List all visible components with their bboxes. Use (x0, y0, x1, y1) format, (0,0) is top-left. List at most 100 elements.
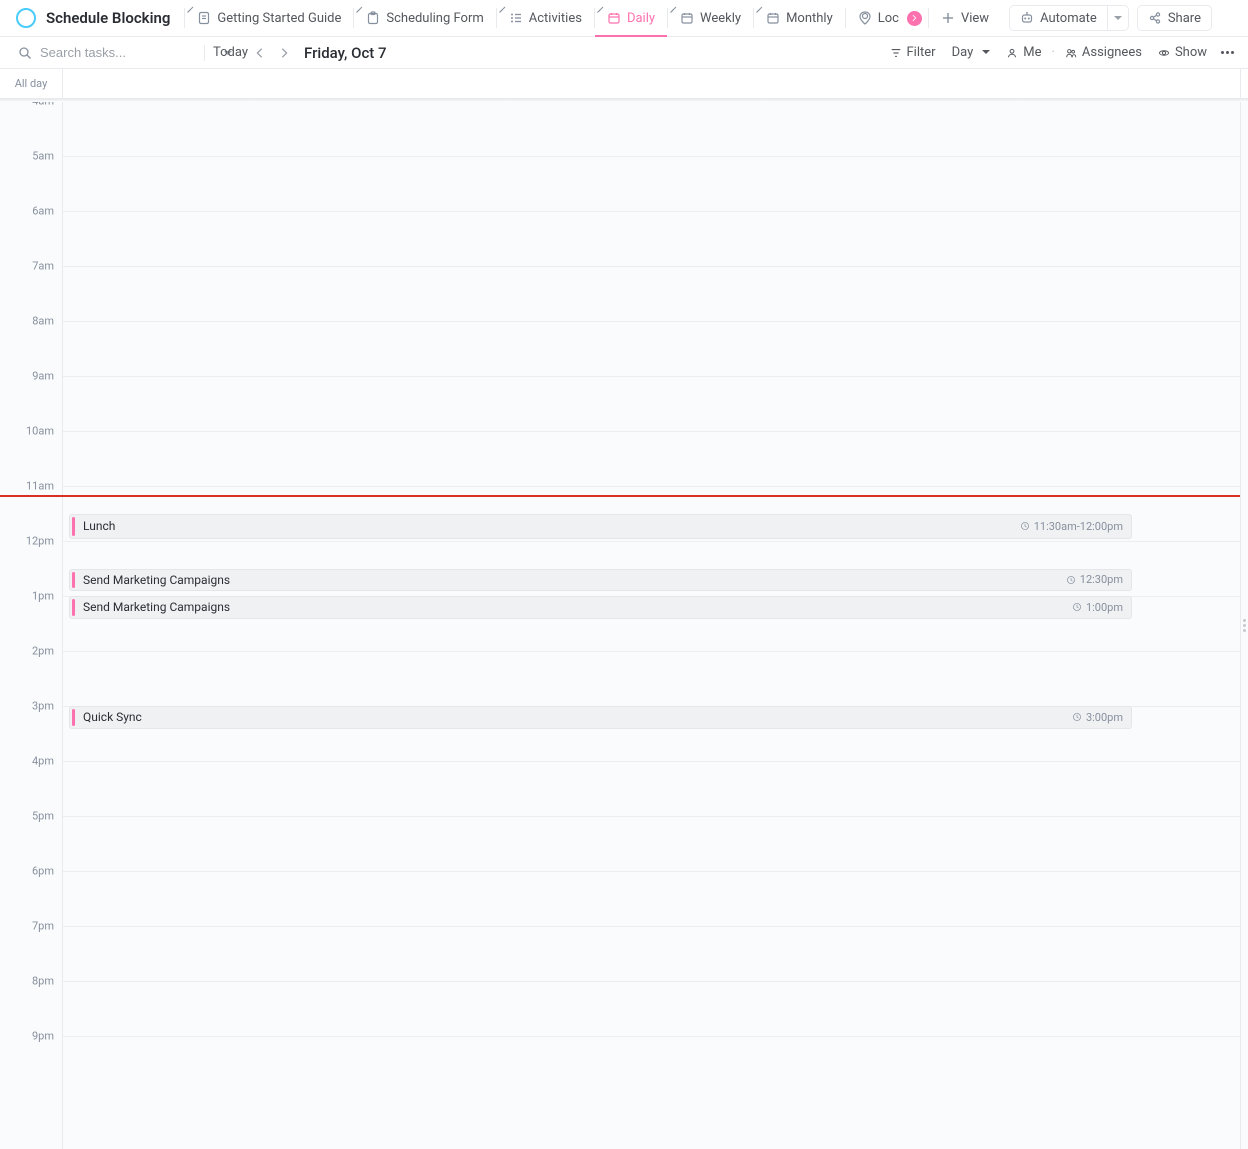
users-icon (1065, 47, 1077, 59)
all-day-body[interactable] (63, 69, 1240, 98)
search-input[interactable] (40, 45, 216, 60)
assignees-label: Assignees (1082, 45, 1142, 60)
today-button[interactable]: Today (213, 45, 248, 60)
tab-getting-started[interactable]: Getting Started Guide (185, 0, 353, 36)
event-color-bar (72, 517, 75, 537)
tab-daily[interactable]: Daily (595, 0, 667, 36)
time-label: 6am (32, 205, 54, 218)
hour-line (63, 211, 1240, 212)
calendar-icon (766, 11, 780, 25)
time-label: 7pm (32, 920, 54, 933)
pin-icon (187, 2, 194, 17)
right-gutter (1240, 69, 1248, 98)
search-wrap (8, 45, 204, 60)
more-options-button[interactable] (1215, 51, 1240, 54)
event-color-bar (72, 599, 75, 616)
calendar-event[interactable]: Lunch11:30am-12:00pm (69, 514, 1132, 540)
automate-main[interactable]: Automate (1010, 6, 1107, 30)
day-column[interactable]: Lunch11:30am-12:00pm Send Marketing Campa… (62, 102, 1240, 1149)
hour-line (63, 1036, 1240, 1037)
calendar-event[interactable]: Send Marketing Campaigns1:00pm (69, 596, 1132, 619)
time-label: 8am (32, 315, 54, 328)
time-label: 9am (32, 370, 54, 383)
tab-weekly[interactable]: Weekly (668, 0, 753, 36)
automate-dropdown[interactable] (1108, 6, 1128, 30)
filter-icon (890, 47, 902, 59)
prev-day-button[interactable] (248, 47, 272, 59)
calendar-icon (680, 11, 694, 25)
hour-line (63, 981, 1240, 982)
filter-button[interactable]: Filter (882, 45, 944, 60)
share-button[interactable]: Share (1137, 5, 1212, 31)
me-button[interactable]: Me (998, 45, 1049, 60)
automate-button[interactable]: Automate (1009, 5, 1129, 31)
assignees-button[interactable]: Assignees (1057, 45, 1150, 60)
time-label: 12pm (26, 535, 54, 548)
add-view-button[interactable]: View (929, 0, 1001, 36)
time-label: 4pm (32, 755, 54, 768)
separator (204, 45, 205, 61)
event-color-bar (72, 709, 75, 726)
calendar-event[interactable]: Quick Sync3:00pm (69, 706, 1132, 729)
clock-icon (1072, 712, 1082, 722)
time-label: 5pm (32, 810, 54, 823)
hour-line (63, 761, 1240, 762)
chevron-down-icon (1114, 16, 1122, 24)
me-label: Me (1023, 45, 1041, 60)
drag-handle[interactable] (1242, 611, 1248, 641)
pin-icon (756, 2, 763, 17)
time-label: 4am (32, 102, 54, 108)
next-day-button[interactable] (272, 47, 296, 59)
hour-line (63, 651, 1240, 652)
tab-label: Weekly (700, 11, 741, 26)
time-label: 11am (26, 480, 54, 493)
event-color-bar (72, 572, 75, 589)
event-time: 11:30am-12:00pm (1020, 520, 1123, 533)
calendar-grid: 4am5am6am7am8am9am10am11am12pm1pm2pm3pm4… (0, 102, 1248, 1149)
filter-label: Filter (907, 45, 936, 60)
clipboard-icon (366, 11, 380, 25)
show-button[interactable]: Show (1150, 45, 1215, 60)
more-tabs-icon[interactable] (907, 11, 922, 26)
time-label: 9pm (32, 1030, 54, 1043)
show-label: Show (1175, 45, 1207, 60)
hour-line (63, 541, 1240, 542)
tab-label: Monthly (786, 11, 833, 26)
calendar-icon (607, 11, 621, 25)
event-time: 3:00pm (1072, 711, 1123, 724)
location-icon (858, 11, 872, 25)
time-label: 7am (32, 260, 54, 273)
hour-line (63, 266, 1240, 267)
time-label: 6pm (32, 865, 54, 878)
tab-location[interactable]: Loc (846, 0, 928, 36)
hour-line (63, 321, 1240, 322)
space-logo (16, 8, 36, 28)
robot-icon (1020, 11, 1034, 25)
time-label: 10am (26, 425, 54, 438)
event-time: 12:30pm (1066, 573, 1123, 586)
tab-label: View (961, 11, 989, 26)
time-column: 4am5am6am7am8am9am10am11am12pm1pm2pm3pm4… (0, 102, 62, 1149)
event-title: Send Marketing Campaigns (83, 600, 1072, 614)
day-label: Day (952, 45, 974, 60)
all-day-label: All day (0, 77, 62, 90)
share-label: Share (1168, 11, 1201, 26)
date-title: Friday, Oct 7 (304, 44, 387, 62)
tab-monthly[interactable]: Monthly (754, 0, 845, 36)
event-title: Lunch (83, 519, 1020, 533)
all-day-row: All day (0, 69, 1248, 99)
view-toolbar: Today Friday, Oct 7 Filter Day Me · Assi… (0, 37, 1248, 69)
hour-line (63, 376, 1240, 377)
hour-line (63, 486, 1240, 487)
time-label: 5am (32, 150, 54, 163)
day-selector[interactable]: Day (944, 45, 999, 60)
dot-separator: · (1049, 45, 1056, 60)
tab-scheduling-form[interactable]: Scheduling Form (354, 0, 495, 36)
hour-line (63, 156, 1240, 157)
time-label: 1pm (32, 590, 54, 603)
time-label: 2pm (32, 645, 54, 658)
tab-label: Activities (529, 11, 582, 26)
tab-label: Daily (627, 11, 655, 26)
tab-activities[interactable]: Activities (497, 0, 594, 36)
calendar-event[interactable]: Send Marketing Campaigns12:30pm (69, 569, 1132, 592)
